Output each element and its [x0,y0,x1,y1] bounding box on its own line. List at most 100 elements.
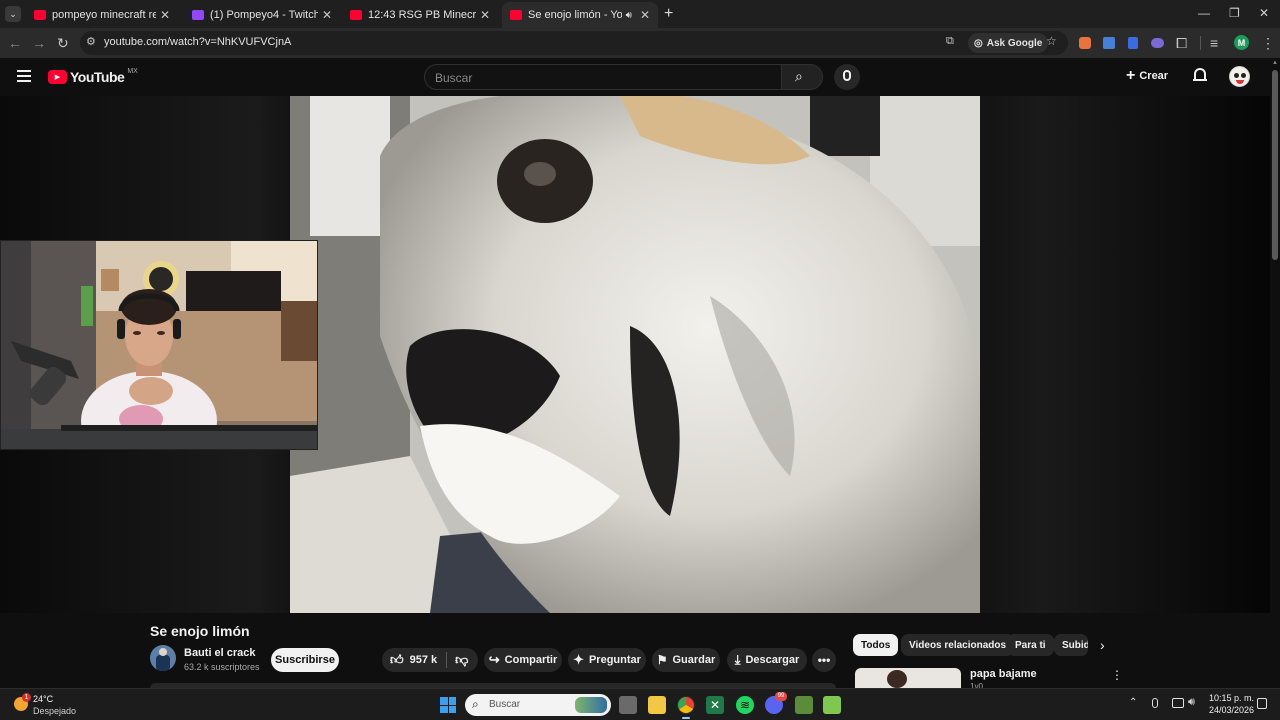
close-icon[interactable]: ✕ [480,8,490,22]
clock-time[interactable]: 10:15 p. m. [1209,693,1254,703]
ask-google-button[interactable]: ◎ Ask Google [968,33,1049,53]
chip-uploaded[interactable]: Subid [1054,634,1088,656]
clock-date[interactable]: 24/03/2026 [1209,705,1254,715]
browser-tab-1[interactable]: pompeyo minecraft record spe ✕ [26,4,178,26]
extension-translate-icon[interactable] [1103,37,1115,49]
notification-center-icon[interactable] [1257,698,1267,709]
channel-avatar[interactable] [150,645,176,671]
start-button[interactable] [440,697,456,713]
extension-shield-icon[interactable] [1128,37,1138,49]
extensions-puzzle-icon[interactable]: ⧠ [1176,34,1187,52]
weather-widget[interactable]: 1 24°C Despejado [12,693,82,718]
streamer-webcam-overlay [0,240,318,450]
minimize-button[interactable]: — [1198,6,1210,20]
search-input[interactable]: Buscar [424,64,782,90]
bookmark-star-icon[interactable]: ☆ [1046,34,1057,48]
browser-menu-icon[interactable]: ⋮ [1261,34,1275,52]
profile-avatar[interactable]: M [1234,35,1249,50]
tab-search-button[interactable]: ⌄ [5,6,21,22]
youtube-icon [510,10,522,20]
toolbar-divider [1200,36,1201,50]
task-view-icon[interactable] [619,696,637,714]
video-title: Se enojo limón [150,623,250,639]
site-info-icon[interactable]: ⚙ [86,35,96,48]
browser-tab-strip: ⌄ pompeyo minecraft record spe ✕ (1) Pom… [0,0,1280,28]
taskbar-search-box[interactable]: ⌕ Buscar [465,694,611,716]
bookmark-icon: ⚑ [656,653,668,667]
search-icon: ⌕ [472,697,479,711]
search-button[interactable]: ⌕ [781,64,823,90]
like-button[interactable]: 👍︎ 957 k [382,652,437,668]
plus-icon: + [1126,67,1136,84]
browser-tab-2[interactable]: (1) Pompeyo4 - Twitch ✕ [184,4,340,26]
account-avatar[interactable] [1229,66,1250,87]
ask-google-label: Ask Google [986,37,1043,49]
taskbar-search-placeholder: Buscar [489,699,521,710]
weather-description: Despejado [33,706,77,716]
subscribe-button[interactable]: Suscribirse [271,648,339,672]
recommendation-thumbnail[interactable] [855,668,961,688]
minecraft-launcher-icon[interactable] [823,696,841,714]
excel-icon[interactable]: ✕ [706,696,724,714]
close-icon[interactable]: ✕ [160,8,170,22]
youtube-header: ▶ YouTube MX Buscar ⌕ + Crear [0,58,1270,96]
back-icon[interactable]: ← [8,34,22,52]
browser-tab-3[interactable]: 12:43 RSG PB Minecraft 1.16 (F ✕ [342,4,498,26]
reading-list-icon[interactable]: ≡ [1210,34,1218,52]
scrollbar-thumb[interactable] [1272,70,1278,260]
sparkle-icon: ✦ [573,652,584,667]
cast-icon[interactable]: ⧉ [946,35,954,48]
extension-cloud-icon[interactable] [1151,38,1164,48]
recommendation-title[interactable]: papa bajame [970,668,1037,680]
address-bar[interactable]: ⚙ youtube.com/watch?v=NhKVUFVCjnA ⧉ ◎ As… [80,31,1068,55]
reload-icon[interactable]: ↻ [57,34,69,52]
microphone-icon [843,70,851,81]
page-scrollbar[interactable]: ▲ [1270,58,1280,688]
restore-button[interactable]: ❐ [1229,6,1240,20]
more-horizontal-icon: ••• [817,653,831,667]
chrome-icon[interactable] [677,696,695,714]
show-hidden-icons-chevron-icon[interactable]: ⌃ [1129,697,1137,708]
url-text[interactable]: youtube.com/watch?v=NhKVUFVCjnA [104,36,291,48]
scroll-up-icon[interactable]: ▲ [1272,60,1278,66]
chip-all[interactable]: Todos [853,634,899,656]
voice-search-button[interactable] [834,64,860,90]
browser-tab-active[interactable]: Se enojo limón - YouTube 🔊︎ ✕ [502,2,658,28]
close-window-button[interactable]: ✕ [1259,6,1269,20]
browser-toolbar: ← → ↻ ⚙ youtube.com/watch?v=NhKVUFVCjnA … [0,28,1280,58]
youtube-logo[interactable]: ▶ YouTube MX [48,68,138,85]
close-icon[interactable]: ✕ [322,8,332,22]
tab-title: Se enojo limón - YouTube [528,9,622,21]
video-frame-dog[interactable] [290,96,980,613]
close-icon[interactable]: ✕ [640,8,650,22]
video-player[interactable] [0,96,1270,613]
create-button[interactable]: + Crear [1126,67,1168,85]
guide-menu-icon[interactable] [17,70,31,82]
speaker-icon[interactable]: 🔊︎ [626,10,632,21]
network-icon[interactable] [1172,698,1184,708]
extension-fox-icon[interactable] [1079,37,1091,49]
tab-title: (1) Pompeyo4 - Twitch [210,9,318,21]
chip-related[interactable]: Videos relacionados [901,634,1015,656]
new-tab-button[interactable]: + [664,5,673,23]
share-button[interactable]: ↪ Compartir [484,648,562,672]
spotify-icon[interactable]: ≋ [736,696,754,714]
windows-logo-icon [440,697,448,705]
channel-name[interactable]: Bauti el crack [184,647,256,659]
weather-alert-badge: 1 [22,693,31,702]
chevron-right-icon[interactable]: › [1100,637,1105,653]
file-explorer-icon[interactable] [648,696,666,714]
volume-icon[interactable]: 🔊︎ [1188,696,1195,709]
notifications-bell-icon[interactable] [1193,68,1207,83]
more-actions-button[interactable]: ••• [812,648,836,672]
save-button[interactable]: ⚑ Guardar [652,648,720,672]
tab-title: 12:43 RSG PB Minecraft 1.16 (F [368,9,476,21]
download-button[interactable]: ⤓ Descargar [727,648,807,672]
thumbs-down-icon[interactable]: 👎︎ [455,652,468,668]
forward-icon[interactable]: → [32,34,46,52]
recommendation-menu-icon[interactable]: ⋮ [1111,668,1123,682]
chip-for-you[interactable]: Para ti [1007,634,1054,656]
minecraft-icon[interactable] [795,696,813,714]
microphone-icon[interactable] [1152,698,1158,708]
ask-button[interactable]: ✦ Preguntar [568,648,646,672]
